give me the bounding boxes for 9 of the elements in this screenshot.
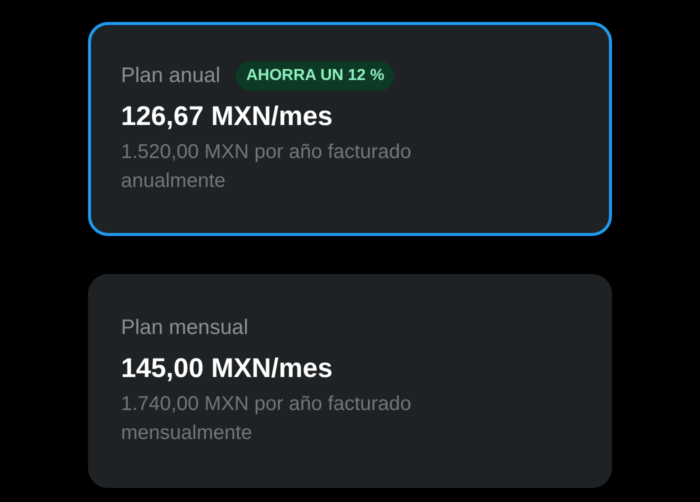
plan-price: 126,67 MXN/mes [121, 101, 334, 132]
savings-badge: AHORRA UN 12 % [236, 61, 394, 91]
plan-option-card[interactable]: Plan anual AHORRA UN 12 % 126,67 MXN/mes 1.520,00 MXN por año facturado anualmente [88, 22, 612, 236]
billing-description: 1.740,00 MXN por año facturado mensualmente [121, 392, 412, 446]
plan-price: 145,00 MXN/mes [121, 353, 334, 384]
plan-name: Plan mensual [121, 316, 248, 340]
billing-description: 1.520,00 MXN por año facturado anualmente [121, 140, 412, 194]
plan-name: Plan anual [121, 64, 220, 88]
plan-option-card[interactable]: Plan mensual 145,00 MXN/mes 1.740,00 MXN por año facturado mensualmente [88, 274, 612, 488]
